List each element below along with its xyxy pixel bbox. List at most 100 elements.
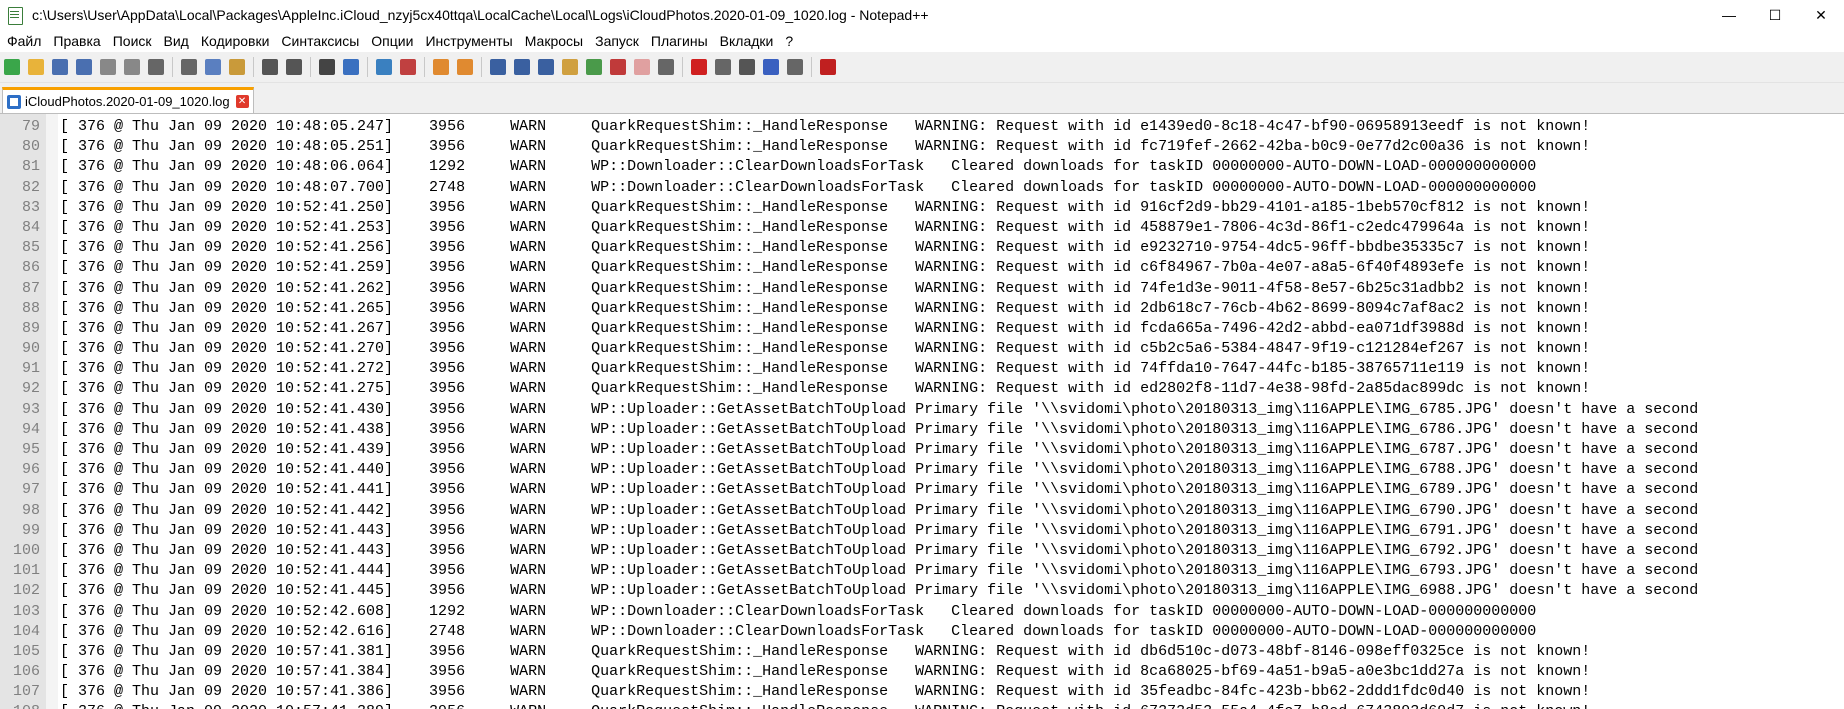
minimize-button[interactable]: —: [1706, 0, 1752, 30]
sync-vertical-button[interactable]: [431, 57, 451, 77]
line-text: [ 376 @ Thu Jan 09 2020 10:48:05.251] 39…: [60, 138, 1591, 156]
code-line[interactable]: 83 [ 376 @ Thu Jan 09 2020 10:52:41.250] …: [0, 198, 1844, 218]
close-button[interactable]: [98, 57, 118, 77]
code-line[interactable]: 80 [ 376 @ Thu Jan 09 2020 10:48:05.251] …: [0, 137, 1844, 157]
cut-button[interactable]: [179, 57, 199, 77]
spell-check-button[interactable]: [818, 57, 838, 77]
menu-item-0[interactable]: Файл: [0, 30, 47, 52]
menu-item-12[interactable]: ?: [779, 30, 799, 52]
code-line[interactable]: 85 [ 376 @ Thu Jan 09 2020 10:52:41.256] …: [0, 238, 1844, 258]
menu-item-6[interactable]: Опции: [365, 30, 419, 52]
user-language-button[interactable]: [560, 57, 580, 77]
code-line[interactable]: 97 [ 376 @ Thu Jan 09 2020 10:52:41.441] …: [0, 480, 1844, 500]
new-file-button[interactable]: [2, 57, 22, 77]
code-area[interactable]: 79 [ 376 @ Thu Jan 09 2020 10:48:05.247] …: [0, 117, 1844, 709]
code-line[interactable]: 92 [ 376 @ Thu Jan 09 2020 10:52:41.275] …: [0, 379, 1844, 399]
line-text: [ 376 @ Thu Jan 09 2020 10:52:41.439] 39…: [60, 441, 1699, 458]
menu-item-10[interactable]: Плагины: [645, 30, 714, 52]
code-line[interactable]: 106 [ 376 @ Thu Jan 09 2020 10:57:41.384]…: [0, 662, 1844, 682]
code-line[interactable]: 104 [ 376 @ Thu Jan 09 2020 10:52:42.616]…: [0, 622, 1844, 642]
code-line[interactable]: 100 [ 376 @ Thu Jan 09 2020 10:52:41.443]…: [0, 541, 1844, 561]
menu-item-4[interactable]: Кодировки: [195, 30, 276, 52]
stop-recording-button[interactable]: [713, 57, 733, 77]
print-button[interactable]: [146, 57, 166, 77]
line-text: [ 376 @ Thu Jan 09 2020 10:48:07.700] 27…: [60, 178, 1537, 196]
code-line[interactable]: 87 [ 376 @ Thu Jan 09 2020 10:52:41.262] …: [0, 279, 1844, 299]
find-button[interactable]: [317, 57, 337, 77]
playback-macro-button[interactable]: [737, 57, 757, 77]
folder-as-workspace-button[interactable]: [632, 57, 652, 77]
line-text: [ 376 @ Thu Jan 09 2020 10:52:41.430] 39…: [60, 400, 1699, 418]
save-button[interactable]: [50, 57, 70, 77]
code-line[interactable]: 99 [ 376 @ Thu Jan 09 2020 10:52:41.443] …: [0, 521, 1844, 541]
redo-button[interactable]: [284, 57, 304, 77]
toolbar-separator: [424, 57, 425, 77]
show-all-characters-button[interactable]: [512, 57, 532, 77]
line-number: 92: [21, 380, 40, 398]
open-file-button[interactable]: [26, 57, 46, 77]
code-line[interactable]: 108 [ 376 @ Thu Jan 09 2020 10:57:41.389]…: [0, 702, 1844, 709]
code-line[interactable]: 89 [ 376 @ Thu Jan 09 2020 10:52:41.267] …: [0, 319, 1844, 339]
paste-button[interactable]: [227, 57, 247, 77]
code-line[interactable]: 88 [ 376 @ Thu Jan 09 2020 10:52:41.265] …: [0, 299, 1844, 319]
code-line[interactable]: 82 [ 376 @ Thu Jan 09 2020 10:48:07.700] …: [0, 178, 1844, 198]
line-number: 101: [12, 562, 40, 580]
code-line[interactable]: 95 [ 376 @ Thu Jan 09 2020 10:52:41.439] …: [0, 440, 1844, 460]
menu-item-5[interactable]: Синтаксисы: [275, 30, 365, 52]
menu-item-9[interactable]: Запуск: [589, 30, 645, 52]
document-map-icon: [586, 59, 602, 75]
function-list-icon: [610, 59, 626, 75]
save-all-button[interactable]: [74, 57, 94, 77]
indent-guide-button[interactable]: [536, 57, 556, 77]
zoom-out-button[interactable]: [398, 57, 418, 77]
undo-button[interactable]: [260, 57, 280, 77]
code-line[interactable]: 101 [ 376 @ Thu Jan 09 2020 10:52:41.444]…: [0, 561, 1844, 581]
editor[interactable]: 79 [ 376 @ Thu Jan 09 2020 10:48:05.247] …: [0, 114, 1844, 709]
document-map-button[interactable]: [584, 57, 604, 77]
tab-log-file[interactable]: iCloudPhotos.2020-01-09_1020.log ✕: [2, 87, 254, 113]
line-text: [ 376 @ Thu Jan 09 2020 10:52:41.445] 39…: [60, 582, 1699, 600]
menu-item-3[interactable]: Вид: [158, 30, 195, 52]
replace-button[interactable]: [341, 57, 361, 77]
monitoring-button[interactable]: [656, 57, 676, 77]
maximize-button[interactable]: ☐: [1752, 0, 1798, 30]
run-macro-multiple-button[interactable]: [761, 57, 781, 77]
menu-item-11[interactable]: Вкладки: [714, 30, 780, 52]
line-number: 97: [21, 481, 40, 499]
code-line[interactable]: 96 [ 376 @ Thu Jan 09 2020 10:52:41.440] …: [0, 460, 1844, 480]
save-macro-button[interactable]: [785, 57, 805, 77]
tab-close-icon[interactable]: ✕: [235, 95, 249, 108]
line-text: [ 376 @ Thu Jan 09 2020 10:52:41.443] 39…: [60, 521, 1699, 539]
tab-label: iCloudPhotos.2020-01-09_1020.log: [25, 94, 230, 109]
word-wrap-button[interactable]: [488, 57, 508, 77]
code-line[interactable]: 105 [ 376 @ Thu Jan 09 2020 10:57:41.381]…: [0, 642, 1844, 662]
zoom-out-icon: [400, 59, 416, 75]
show-all-characters-icon: [514, 59, 530, 75]
copy-button[interactable]: [203, 57, 223, 77]
menu-item-8[interactable]: Макросы: [519, 30, 589, 52]
menu-item-1[interactable]: Правка: [47, 30, 106, 52]
function-list-button[interactable]: [608, 57, 628, 77]
menu-item-2[interactable]: Поиск: [107, 30, 158, 52]
code-line[interactable]: 102 [ 376 @ Thu Jan 09 2020 10:52:41.445]…: [0, 581, 1844, 601]
code-line[interactable]: 98 [ 376 @ Thu Jan 09 2020 10:52:41.442] …: [0, 501, 1844, 521]
sync-horizontal-button[interactable]: [455, 57, 475, 77]
record-macro-button[interactable]: [689, 57, 709, 77]
toolbar-separator: [367, 57, 368, 77]
code-line[interactable]: 93 [ 376 @ Thu Jan 09 2020 10:52:41.430] …: [0, 400, 1844, 420]
code-line[interactable]: 94 [ 376 @ Thu Jan 09 2020 10:52:41.438] …: [0, 420, 1844, 440]
close-all-button[interactable]: [122, 57, 142, 77]
notepadpp-app-icon[interactable]: [6, 6, 24, 25]
code-line[interactable]: 107 [ 376 @ Thu Jan 09 2020 10:57:41.386]…: [0, 682, 1844, 702]
code-line[interactable]: 91 [ 376 @ Thu Jan 09 2020 10:52:41.272] …: [0, 359, 1844, 379]
close-window-button[interactable]: ✕: [1798, 0, 1844, 30]
zoom-in-button[interactable]: [374, 57, 394, 77]
code-line[interactable]: 86 [ 376 @ Thu Jan 09 2020 10:52:41.259] …: [0, 258, 1844, 278]
code-line[interactable]: 81 [ 376 @ Thu Jan 09 2020 10:48:06.064] …: [0, 157, 1844, 177]
code-line[interactable]: 84 [ 376 @ Thu Jan 09 2020 10:52:41.253] …: [0, 218, 1844, 238]
menu-item-7[interactable]: Инструменты: [419, 30, 518, 52]
code-line[interactable]: 90 [ 376 @ Thu Jan 09 2020 10:52:41.270] …: [0, 339, 1844, 359]
code-line[interactable]: 79 [ 376 @ Thu Jan 09 2020 10:48:05.247] …: [0, 117, 1844, 137]
code-line[interactable]: 103 [ 376 @ Thu Jan 09 2020 10:52:42.608]…: [0, 602, 1844, 622]
line-number: 88: [21, 299, 40, 317]
